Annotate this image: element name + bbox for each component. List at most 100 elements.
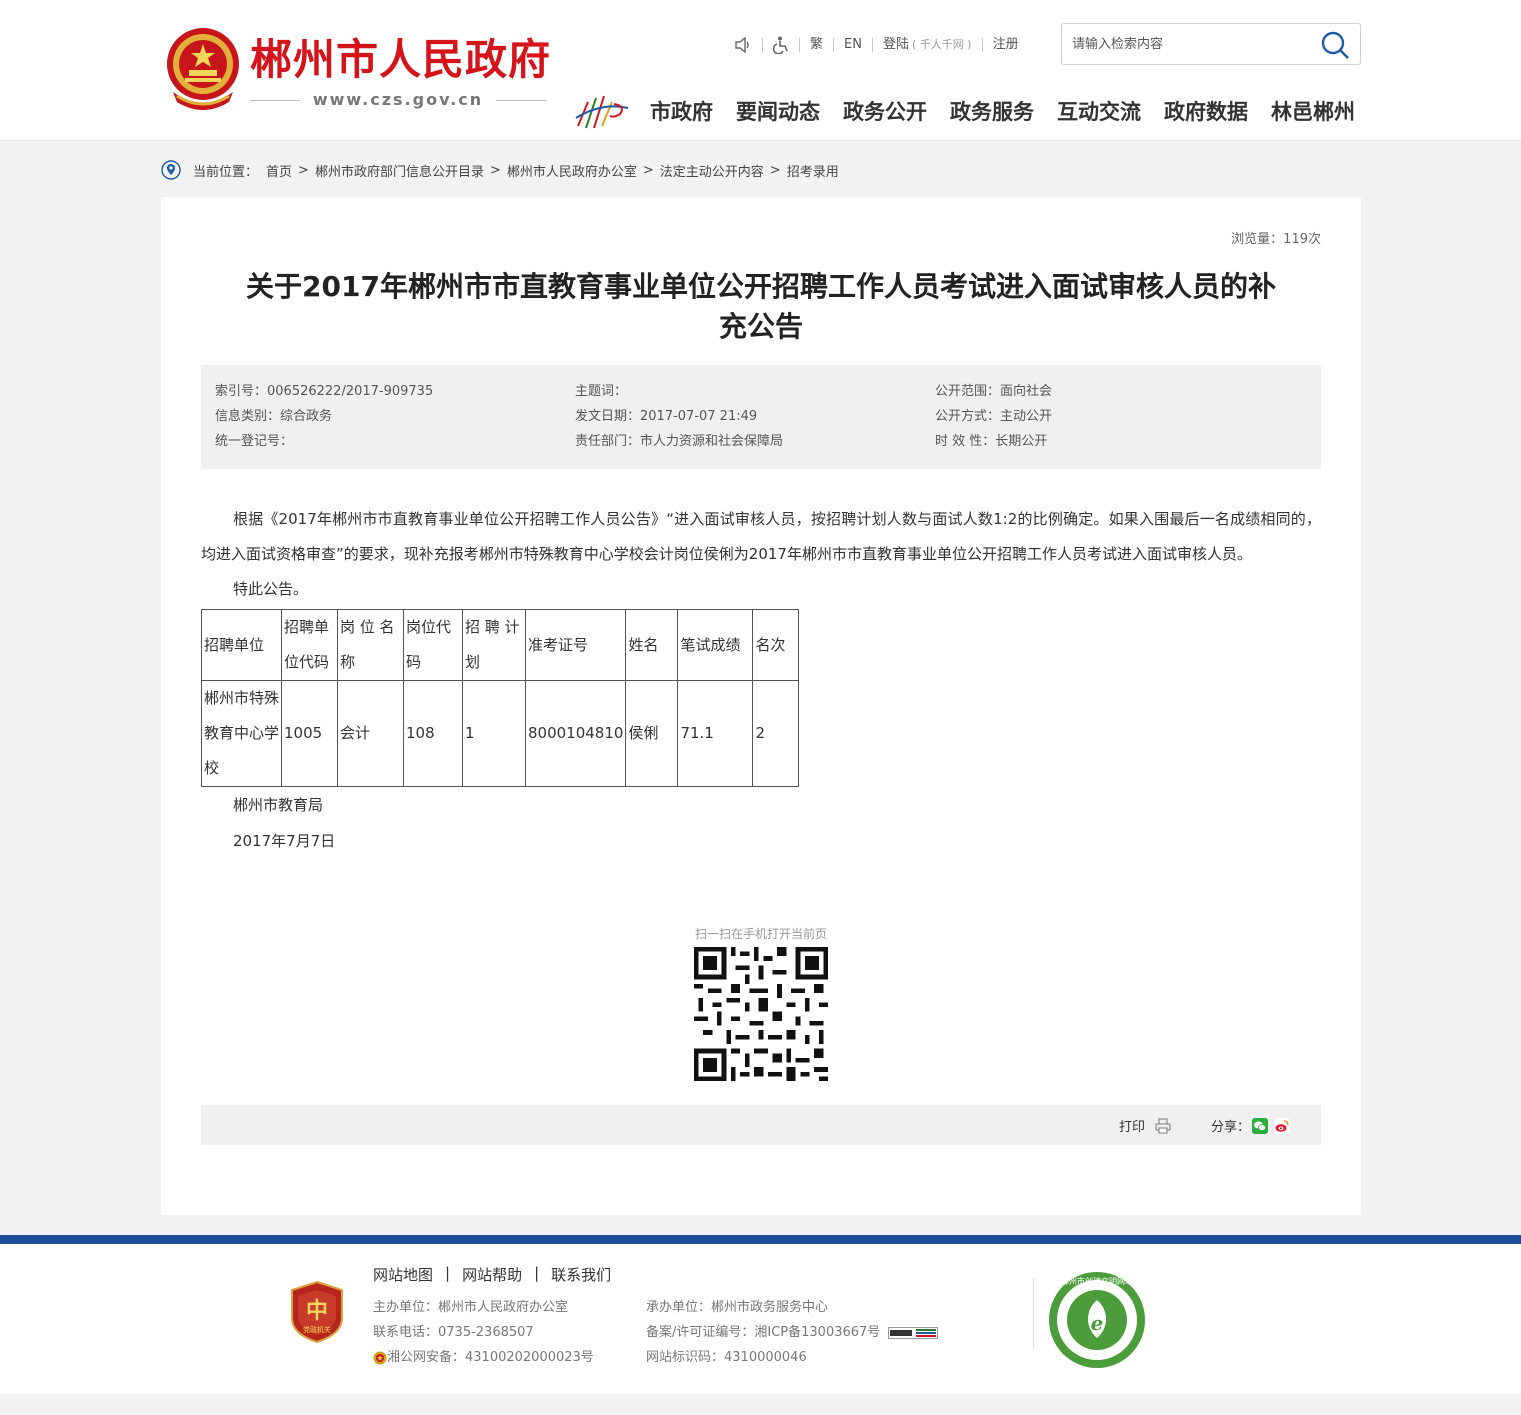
meta-keywords: 主题词： (575, 384, 628, 399)
traditional-chinese-link[interactable]: 繁 (800, 38, 835, 52)
register-link[interactable]: 注册 (983, 38, 1029, 52)
footer-link-separator: | (534, 1264, 540, 1282)
article-card: 浏览量：119次 关于2017年郴州市市直教育事业单位公开招聘工作人员考试进入面… (161, 197, 1361, 1215)
search-icon[interactable] (1320, 30, 1350, 60)
footer-bottom-strip (0, 1394, 1521, 1415)
footer-divider (1033, 1278, 1034, 1348)
footer-accent-bar (0, 1235, 1521, 1244)
footer-icp: 备案/许可证编号：湘ICP备13003667号 (646, 1325, 881, 1340)
article-meta: 索引号：006526222/2017-909735 信息类别：综合政务 统一登记… (201, 365, 1321, 469)
wechat-icon[interactable] (1252, 1117, 1269, 1134)
table-header-cell: 名次 (752, 609, 800, 681)
breadcrumb-recruitment[interactable]: 招考录用 (787, 161, 839, 180)
accessibility-link[interactable] (763, 36, 800, 54)
meta-column: 公开范围：面向社会 公开方式：主动公开 时 效 性：长期公开 (935, 379, 1052, 454)
footer-link-sitemap[interactable]: 网站地图 (373, 1264, 433, 1285)
breadcrumb-separator: > (489, 162, 501, 178)
table-cell: 2 (752, 680, 800, 787)
results-table: 招聘单位 招聘单位代码 岗 位 名称 岗位代码 招 聘 计划 准考证号 姓名 笔… (201, 609, 800, 787)
main-nav: 市政府 要闻动态 政务公开 政务服务 互动交流 政府数据 林邑郴州 (650, 96, 1355, 128)
login-label: 登陆 (882, 37, 909, 52)
footer-phone: 联系电话：0735-2368507 (373, 1325, 534, 1340)
badge-text: 党政机关 (303, 1325, 331, 1334)
meta-department: 责任部门：市人力资源和社会保障局 (575, 434, 784, 449)
breadcrumb-statutory[interactable]: 法定主动公开内容 (660, 161, 764, 180)
table-header-cell: 招聘单位代码 (281, 609, 338, 681)
nav-item-linyi-chenzhou[interactable]: 林邑郴州 (1271, 96, 1355, 128)
article-body: 根据《2017年郴州市市直教育事业单位公开招聘工作人员公告》“进入面试审核人员，… (201, 502, 1321, 859)
breadcrumb: 当前位置： 首页 > 郴州市政府部门信息公开目录 > 郴州市人民政府办公室 > … (161, 158, 839, 182)
table-header-cell: 招 聘 计划 (462, 609, 526, 681)
civilized-website-badge-icon[interactable]: e 郴州市创建文明网站 (1047, 1270, 1147, 1370)
weibo-icon[interactable] (1274, 1117, 1291, 1134)
civil-badge-text: 郴州市创建文明网站 (1061, 1276, 1133, 1286)
meta-method: 公开方式：主动公开 (935, 409, 1053, 424)
table-cell: 会计 (337, 680, 404, 787)
sign-date: 2017年7月7日 (233, 832, 336, 850)
article-title-line1: 关于2017年郴州市市直教育事业单位公开招聘工作人员考试进入面试审核人员的补 (246, 270, 1276, 303)
breadcrumb-office[interactable]: 郴州市人民政府办公室 (507, 161, 637, 180)
breadcrumb-label: 当前位置： (193, 164, 259, 180)
site-footer: 中 党政机关 网站地图 | 网站帮助 | 联系我们 主办单位：郴州市人民政府办公… (0, 1244, 1521, 1394)
footer-link-help[interactable]: 网站帮助 (462, 1264, 522, 1285)
search-input[interactable] (1072, 33, 1312, 55)
table-cell: 郴州市特殊教育中心学校 (201, 680, 282, 787)
accessibility-icon (773, 36, 788, 54)
table-header-row: 招聘单位 招聘单位代码 岗 位 名称 岗位代码 招 聘 计划 准考证号 姓名 笔… (201, 609, 800, 681)
share-label: 分享： (1211, 1120, 1251, 1135)
nav-item-news[interactable]: 要闻动态 (736, 96, 820, 128)
footer-link-contact[interactable]: 联系我们 (551, 1264, 611, 1285)
nav-item-open-affairs[interactable]: 政务公开 (843, 96, 927, 128)
meta-index-no: 索引号：006526222/2017-909735 (215, 384, 434, 399)
qr-caption: 扫一扫在手机打开当前页 (694, 927, 827, 941)
party-gov-badge-icon[interactable]: 中 党政机关 (290, 1280, 344, 1344)
nav-item-services[interactable]: 政务服务 (950, 96, 1034, 128)
breadcrumb-directory[interactable]: 郴州市政府部门信息公开目录 (315, 161, 484, 180)
footer-police: 湘公网安备：43100202000023号 (387, 1350, 594, 1365)
national-emblem-icon[interactable] (163, 26, 243, 112)
voice-read-link[interactable] (724, 37, 763, 53)
nav-item-government[interactable]: 市政府 (650, 96, 713, 128)
site-url-wrap: www.czs.gov.cn (250, 88, 546, 114)
footer-sponsor: 主办单位：郴州市人民政府办公室 (373, 1300, 569, 1315)
breadcrumb-separator: > (298, 162, 309, 178)
nav-item-interaction[interactable]: 互动交流 (1057, 96, 1141, 128)
login-link[interactable]: 登陆 ( 千人千网 ) (873, 38, 983, 52)
share-bar: 分享： (1211, 1116, 1291, 1135)
table-header-cell: 岗位代码 (403, 609, 463, 681)
table-header-cell: 姓名 (625, 609, 679, 681)
table-cell: 71.1 (677, 680, 754, 787)
meta-category: 信息类别：综合政务 (215, 409, 333, 424)
notice-text: 特此公告。 (233, 580, 309, 598)
qr-code-icon (694, 947, 828, 1081)
site-title[interactable]: 郴州市人民政府 (250, 34, 551, 86)
table-header-cell: 准考证号 (524, 609, 627, 681)
print-button[interactable]: 打印 (1119, 1116, 1171, 1135)
top-links: 繁 EN 登陆 ( 千人千网 ) 注册 (724, 32, 1029, 58)
footer-info-left: 主办单位：郴州市人民政府办公室 联系电话：0735-2368507 湘公网安备：… (373, 1295, 594, 1370)
print-label: 打印 (1119, 1120, 1146, 1135)
article-title: 关于2017年郴州市市直教育事业单位公开招聘工作人员考试进入面试审核人员的补 充… (201, 267, 1321, 347)
table-cell: 1005 (281, 680, 338, 787)
nav-item-data[interactable]: 政府数据 (1164, 96, 1248, 128)
signer: 郴州市教育局 (233, 796, 324, 814)
table-header-cell: 笔试成绩 (677, 609, 754, 681)
footer-police-record[interactable]: 湘公网安备：43100202000023号 (373, 1345, 594, 1370)
footer-info-right: 承办单位：郴州市政务服务中心 备案/许可证编号：湘ICP备13003667号 网… (646, 1295, 939, 1370)
speaker-icon (735, 37, 749, 53)
table-cell: 侯俐 (625, 680, 679, 787)
table-header-cell: 招聘单位 (201, 609, 282, 681)
search-box (1061, 23, 1361, 65)
breadcrumb-home[interactable]: 首页 (266, 161, 292, 180)
meta-reg-no: 统一登记号： (215, 434, 294, 449)
footer-icp-record[interactable]: 备案/许可证编号：湘ICP备13003667号 (646, 1320, 939, 1345)
svg-text:e: e (1091, 1311, 1104, 1335)
table-cell: 8000104810 (524, 680, 627, 787)
nav-decoration-icon (575, 95, 629, 129)
footer-operator: 承办单位：郴州市政务服务中心 (646, 1300, 829, 1315)
location-pin-icon (161, 160, 181, 180)
site-header: 郴州市人民政府 www.czs.gov.cn 繁 EN 登陆 ( 千人千网 ) … (0, 0, 1521, 141)
footer-link-separator: | (445, 1264, 451, 1282)
footer-links: 网站地图 | 网站帮助 | 联系我们 (373, 1264, 611, 1285)
english-link[interactable]: EN (834, 38, 873, 52)
